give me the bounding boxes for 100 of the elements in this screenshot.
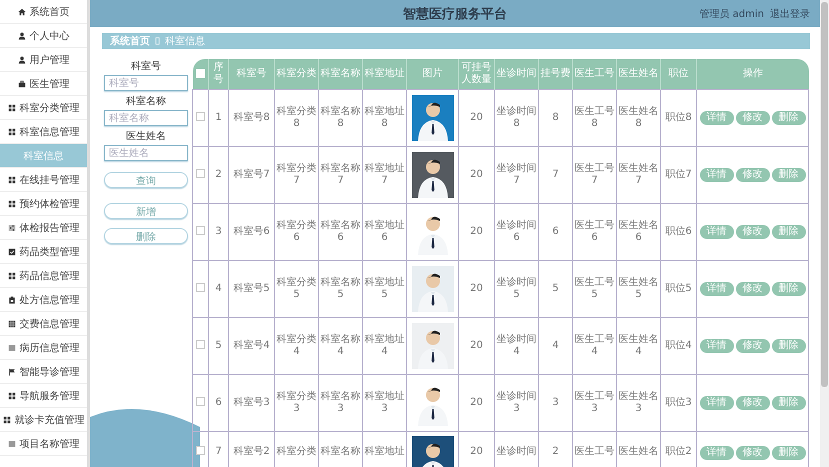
sidebar-item[interactable]: 系统首页 (0, 0, 87, 24)
table-cell: 科室分类8 (276, 106, 316, 128)
action-button[interactable]: 删除 (772, 282, 806, 296)
table-cell: 2 (552, 446, 559, 456)
grid-icon (8, 272, 16, 280)
form-button[interactable]: 查询 (104, 172, 188, 188)
table-cell: 职位3 (665, 396, 692, 408)
action-button[interactable]: 详情 (700, 168, 734, 182)
sidebar-item[interactable]: 在线挂号管理 (0, 168, 87, 192)
app-title: 智慧医疗服务平台 (403, 6, 507, 22)
sidebar-item[interactable]: 项目名称管理 (0, 432, 87, 456)
scrollbar[interactable] (820, 0, 829, 467)
action-button[interactable]: 详情 (700, 282, 734, 296)
sidebar-item[interactable]: 处方信息管理 (0, 288, 87, 312)
table-cell: 科室地址5 (364, 276, 404, 300)
user-icon (18, 32, 26, 40)
column-header: 科室名称 (320, 68, 360, 79)
checkbox[interactable] (196, 283, 205, 292)
sidebar-item[interactable]: 用户管理 (0, 48, 87, 72)
table-cell: 科室分类 (276, 446, 316, 456)
table-cell: 医生工号6 (574, 220, 614, 242)
table-cell: 医生姓名3 (618, 390, 658, 414)
checkbox[interactable] (196, 397, 205, 406)
table-cell: 医生工号5 (574, 276, 614, 300)
sidebar-item[interactable]: 智能导诊管理 (0, 360, 87, 384)
table-cell: 科室名称 (320, 446, 360, 456)
sidebar-item[interactable]: 药品类型管理 (0, 240, 87, 264)
sidebar-item[interactable]: 预约体检管理 (0, 192, 87, 216)
list-icon (8, 344, 16, 352)
sidebar-item[interactable]: 医生管理 (0, 72, 87, 96)
action-button[interactable]: 修改 (736, 110, 770, 124)
column-header: 可挂号人数量 (462, 62, 492, 85)
column-header: 科室地址 (364, 68, 404, 79)
checkbox[interactable] (196, 112, 205, 122)
table-cell: 科室名称6 (320, 220, 360, 242)
table-cell: 科室地址4 (364, 334, 404, 356)
table-cell: 职位4 (665, 340, 692, 350)
checkbox[interactable] (196, 169, 205, 178)
user-icon (18, 56, 26, 64)
action-button[interactable]: 删除 (772, 396, 806, 410)
sidebar-item[interactable]: 病历信息管理 (0, 336, 87, 360)
action-button[interactable]: 删除 (772, 110, 806, 124)
input-field[interactable]: 科室号 (104, 75, 188, 91)
checkbox[interactable] (196, 446, 205, 456)
table-cell: 医生工号8 (574, 106, 614, 128)
action-button[interactable]: 详情 (700, 110, 734, 124)
action-button[interactable]: 详情 (700, 396, 734, 410)
action-button[interactable]: 删除 (772, 338, 806, 352)
checkbox[interactable] (196, 226, 205, 236)
list-icon (8, 440, 16, 448)
action-button[interactable]: 详情 (700, 338, 734, 352)
logout-link[interactable]: 退出登录 (770, 7, 810, 21)
sidebar-item[interactable]: 科室分类管理 (0, 96, 87, 120)
table-cell: 科室分类3 (276, 390, 316, 414)
column-header: 序号 (214, 62, 224, 85)
sidebar-item[interactable]: 交费信息管理 (0, 312, 87, 336)
sidebar-item[interactable]: 体检报告管理 (0, 216, 87, 240)
action-button[interactable]: 修改 (736, 446, 770, 460)
table-cell: 坐诊时间5 (496, 276, 536, 300)
table-cell: 科室分类5 (276, 276, 316, 300)
form-button[interactable]: 删除 (104, 228, 188, 244)
breadcrumb-link[interactable]: 系统首页 (110, 34, 150, 48)
table-cell: 7 (215, 446, 222, 456)
input-field[interactable]: 科室名称 (104, 110, 188, 126)
home-icon (18, 8, 26, 16)
table-cell: 科室号8 (233, 112, 270, 122)
sidebar-item[interactable]: 科室信息 (0, 144, 87, 168)
action-button[interactable]: 修改 (736, 168, 770, 182)
table-cell: 科室分类4 (276, 334, 316, 356)
action-button[interactable]: 修改 (736, 338, 770, 352)
table-cell: 20 (470, 226, 483, 236)
table-cell: 科室地址8 (364, 106, 404, 128)
table-cell: 3 (552, 396, 559, 408)
sidebar-item[interactable]: 药品信息管理 (0, 264, 87, 288)
table-cell: 科室号6 (233, 226, 270, 236)
action-button[interactable]: 修改 (736, 224, 770, 238)
checkbox[interactable] (196, 340, 205, 350)
table-cell: 坐诊时间6 (496, 220, 536, 242)
sidebar-item[interactable]: 个人中心 (0, 24, 87, 48)
sidebar-item[interactable]: 就诊卡充值管理 (0, 408, 87, 432)
form-button[interactable]: 新增 (104, 203, 188, 219)
action-button[interactable]: 修改 (736, 282, 770, 296)
sidebar-item[interactable]: 导航服务管理 (0, 384, 87, 408)
action-button[interactable]: 修改 (736, 396, 770, 410)
table-cell: 5 (552, 282, 559, 294)
field-label: 科室名称 (125, 94, 167, 107)
action-button[interactable]: 删除 (772, 224, 806, 238)
table-cell: 科室号5 (233, 282, 270, 294)
action-button[interactable]: 详情 (700, 224, 734, 238)
action-button[interactable]: 删除 (772, 446, 806, 460)
table-cell: 坐诊时间7 (496, 162, 536, 186)
action-button[interactable]: 删除 (772, 168, 806, 182)
table-cell: 科室地址6 (364, 220, 404, 242)
input-field[interactable]: 医生姓名 (104, 145, 188, 161)
grid-icon (8, 128, 16, 136)
grid-icon (8, 200, 16, 208)
action-button[interactable]: 详情 (700, 446, 734, 460)
breadcrumb-link[interactable]: 科室信息 (165, 34, 205, 48)
table-cell: 20 (470, 446, 483, 456)
grid-icon (8, 392, 16, 400)
